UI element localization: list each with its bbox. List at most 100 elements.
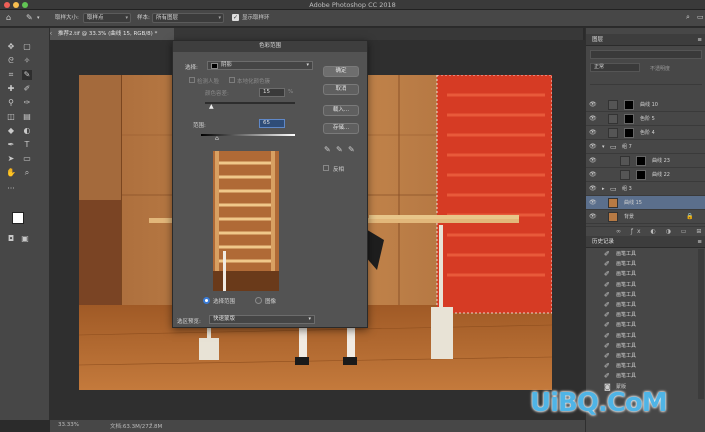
layer-group-row[interactable]: 👁 ▾ ▭ 组 7 [586, 140, 705, 154]
history-item[interactable]: ✐ 画笔工具 [586, 361, 696, 371]
visibility-eye-icon[interactable]: 👁 [589, 98, 597, 112]
fuzziness-input[interactable]: 15 [259, 88, 285, 97]
blur-tool-icon[interactable]: ◆ [6, 126, 16, 136]
detect-faces-checkbox[interactable] [189, 77, 195, 83]
history-item[interactable]: ✐ 画笔工具 [586, 371, 696, 381]
visibility-eye-icon[interactable]: 👁 [589, 112, 597, 126]
history-item[interactable]: ✐ 画笔工具 [586, 341, 696, 351]
workspace-icon[interactable]: ▭ [697, 13, 704, 22]
radio-image[interactable] [255, 297, 262, 304]
panel-menu-icon[interactable]: ≡ [697, 34, 702, 46]
dodge-tool-icon[interactable]: ◐ [22, 126, 32, 136]
visibility-eye-icon[interactable]: 👁 [589, 196, 597, 210]
quick-mask-icon[interactable]: ◘ [6, 234, 16, 244]
invert-checkbox[interactable] [323, 165, 329, 171]
history-item[interactable]: ✐ 画笔工具 [586, 351, 696, 361]
layer-row[interactable]: 👁 色阶 5 [586, 112, 705, 126]
eyedropper-tool-icon[interactable]: ✎ [26, 13, 33, 22]
chevron-right-icon[interactable]: › [150, 421, 152, 428]
layer-row[interactable]: 👁 色阶 4 [586, 126, 705, 140]
quick-select-tool-icon[interactable]: ✧ [22, 56, 32, 66]
eraser-tool-icon[interactable]: ◫ [6, 112, 16, 122]
document-info[interactable]: 文档:63.3M/272.8M [110, 422, 162, 430]
type-tool-icon[interactable]: T [22, 140, 32, 150]
move-tool-icon[interactable]: ✥ [6, 42, 16, 52]
eyedropper-plus-icon[interactable]: ✎ [336, 145, 343, 154]
chevron-right-icon[interactable]: ▸ [602, 182, 605, 196]
history-item[interactable]: ✐ 画笔工具 [586, 310, 696, 320]
healing-brush-icon[interactable]: ✚ [6, 84, 16, 94]
show-ring-checkbox[interactable]: ✓ [232, 14, 239, 21]
layer-row[interactable]: 👁 曲线 23 [586, 154, 705, 168]
more-tools-icon[interactable]: ··· [6, 184, 16, 194]
artboard-tool-icon[interactable]: ▢ [22, 42, 32, 52]
chevron-down-icon[interactable]: ▾ [602, 140, 605, 154]
layer-filter-bar[interactable] [590, 50, 702, 59]
zoom-level[interactable]: 33.33% [58, 422, 79, 428]
layer-group-row[interactable]: 👁 ▸ ▭ 组 3 [586, 182, 705, 196]
visibility-eye-icon[interactable]: 👁 [589, 210, 597, 224]
history-item[interactable]: ✐ 画笔工具 [586, 259, 696, 269]
crop-tool-icon[interactable]: ⌗ [6, 70, 16, 80]
eyedropper-icon[interactable]: ✎ [324, 145, 331, 154]
adjustment-icon [608, 114, 618, 124]
clone-stamp-icon[interactable]: ⚲ [6, 98, 16, 108]
home-icon[interactable]: ⌂ [6, 13, 11, 22]
layer-row[interactable]: 👁 曲线 10 [586, 98, 705, 112]
layer-row-selected[interactable]: 👁 曲线 15 [586, 196, 705, 210]
history-item[interactable]: ✐ 画笔工具 [586, 331, 696, 341]
visibility-eye-icon[interactable]: 👁 [589, 182, 597, 196]
hand-tool-icon[interactable]: ✋ [6, 168, 16, 178]
gradient-tool-icon[interactable]: ▤ [22, 112, 32, 122]
layer-actions-bar[interactable]: ∞ ƒx ◐ ◑ ▭ ⊞ 🗑 [586, 226, 705, 245]
history-item[interactable]: ✐ 画笔工具 [586, 249, 696, 259]
localized-clusters-checkbox[interactable] [229, 77, 235, 83]
search-icon[interactable]: ⌕ [686, 13, 690, 22]
history-item[interactable]: ✐ 画笔工具 [586, 290, 696, 300]
range-input[interactable]: 65 [259, 119, 285, 128]
history-item[interactable]: ✐ 画笔工具 [586, 280, 696, 290]
load-button[interactable]: 载入... [323, 105, 359, 116]
history-brush-icon[interactable]: ✑ [22, 98, 32, 108]
lock-icon: 🔒 [686, 213, 694, 220]
screen-mode-icon[interactable]: ▣ [20, 234, 30, 244]
preview-value: 快速蒙版 [213, 316, 236, 322]
invert-label: 反相 [333, 167, 345, 173]
sample-select[interactable]: 所有图层 ▾ [152, 13, 224, 23]
fuzziness-slider-track[interactable] [205, 102, 295, 104]
panel-menu-icon[interactable]: ≡ [697, 236, 702, 248]
visibility-eye-icon[interactable]: 👁 [589, 154, 597, 168]
ok-button[interactable]: 确定 [323, 66, 359, 77]
foreground-color-swatch[interactable] [12, 212, 24, 224]
visibility-eye-icon[interactable]: 👁 [589, 140, 597, 154]
layer-row[interactable]: 👁 曲线 22 [586, 168, 705, 182]
brush-tool-icon[interactable]: ✐ [22, 84, 32, 94]
radio-selection[interactable] [203, 297, 210, 304]
tool-preset-dropdown-icon[interactable]: ▾ [37, 14, 40, 23]
preview-select[interactable]: 快速蒙版 ▾ [209, 315, 315, 324]
history-item[interactable]: ✐ 画笔工具 [586, 300, 696, 310]
zoom-tool-icon[interactable]: ⌕ [22, 168, 32, 178]
visibility-eye-icon[interactable]: 👁 [589, 168, 597, 182]
range-slider-handle[interactable]: ⌂ [215, 135, 219, 142]
save-button[interactable]: 存储... [323, 123, 359, 134]
cancel-button[interactable]: 取消 [323, 84, 359, 95]
visibility-eye-icon[interactable]: 👁 [589, 126, 597, 140]
document-tab[interactable]: × 推荐2.tif @ 33.3% (曲线 15, RGB/8) * [44, 28, 174, 40]
select-dropdown[interactable]: 阴影 ▾ [207, 61, 313, 70]
layer-row[interactable]: 👁 背景 🔒 [586, 210, 705, 224]
history-scrollbar[interactable] [698, 249, 704, 399]
eyedropper-minus-icon[interactable]: ✎ [348, 145, 355, 154]
rectangle-tool-icon[interactable]: ▭ [22, 154, 32, 164]
fuzziness-slider-handle[interactable]: ▲ [209, 103, 214, 110]
layers-panel-title: 图层 [592, 37, 604, 43]
eyedropper-tool-icon[interactable]: ✎ [22, 70, 32, 80]
blend-mode-select[interactable]: 正常 [590, 63, 640, 72]
brush-icon: ✐ [604, 372, 610, 381]
lasso-tool-icon[interactable]: ᘓ [6, 56, 16, 66]
history-item[interactable]: ✐ 画笔工具 [586, 320, 696, 330]
pen-tool-icon[interactable]: ✒ [6, 140, 16, 150]
path-select-icon[interactable]: ➤ [6, 154, 16, 164]
sample-size-select[interactable]: 取样点 ▾ [83, 13, 131, 23]
history-item[interactable]: ✐ 画笔工具 [586, 269, 696, 279]
